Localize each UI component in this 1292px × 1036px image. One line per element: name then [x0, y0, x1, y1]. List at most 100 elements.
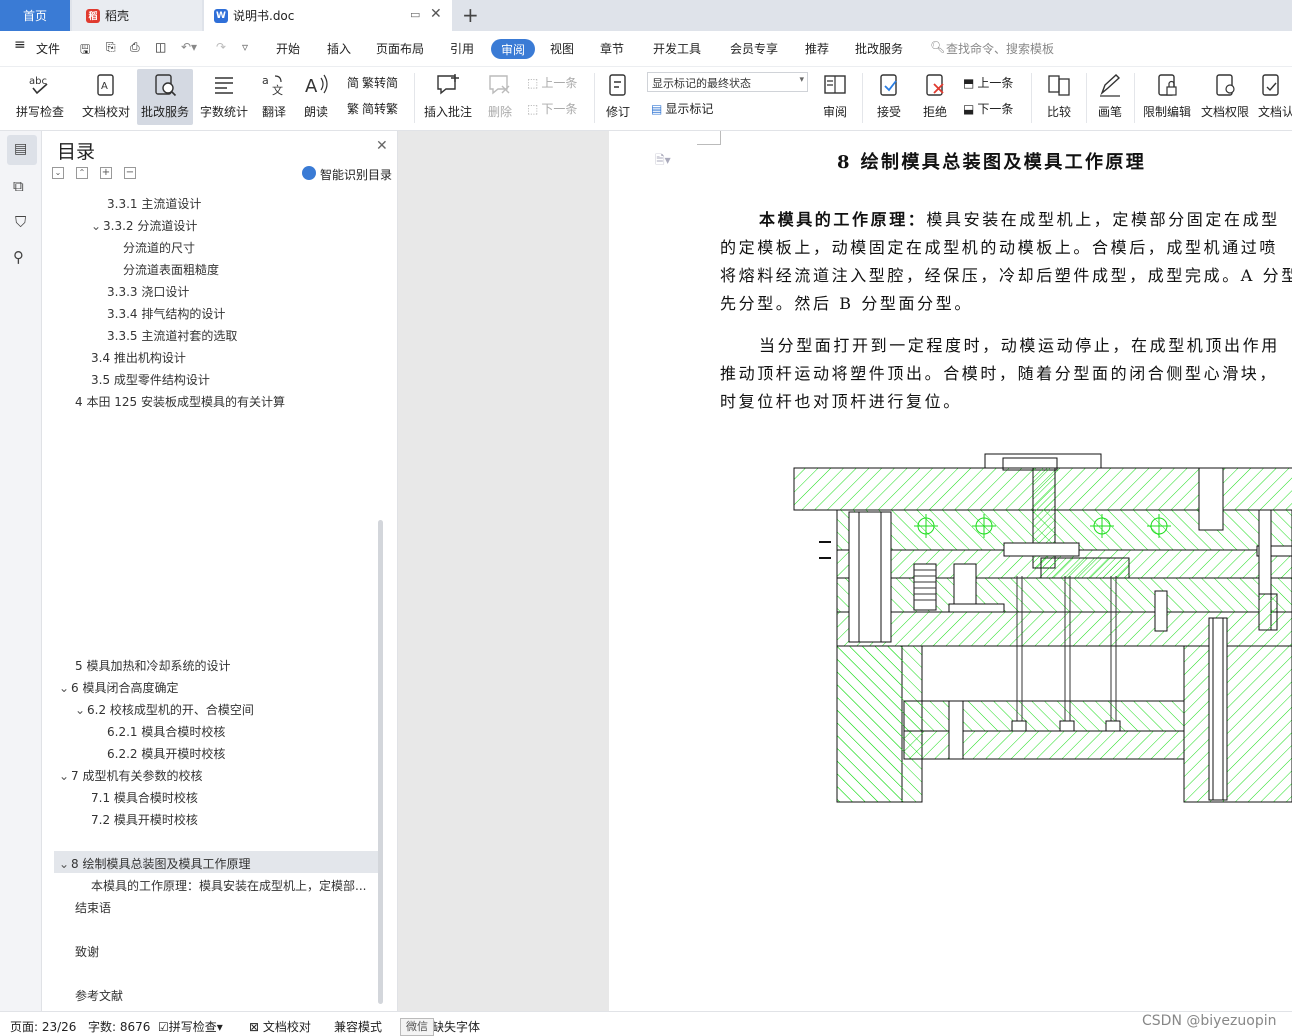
- translate-button[interactable]: a文 翻译: [256, 69, 292, 125]
- undo-icon[interactable]: ↶▾: [181, 40, 197, 54]
- chevron-down-icon[interactable]: ⌄: [59, 681, 71, 695]
- simp-to-trad-button[interactable]: 繁简转繁: [347, 100, 398, 117]
- word-count-button[interactable]: 字数统计: [198, 69, 250, 125]
- next-change-button[interactable]: ⬓ 下一条: [963, 100, 1013, 117]
- prev-comment-button[interactable]: ⬚ 上一条: [527, 74, 577, 91]
- pen-button[interactable]: 画笔: [1094, 69, 1126, 125]
- doc-proof-button[interactable]: A 文档校对: [80, 69, 132, 125]
- close-icon[interactable]: ✕: [376, 138, 388, 154]
- command-search-input[interactable]: 查找命令、搜索模板: [946, 40, 1054, 57]
- menu-review[interactable]: 审阅: [491, 39, 535, 59]
- toc-item[interactable]: 结束语: [75, 899, 111, 916]
- markup-state-select[interactable]: 显示标记的最终状态 ▾: [647, 72, 808, 92]
- toc-item[interactable]: 3.3.5 主流道衬套的选取: [107, 327, 237, 344]
- trad-to-simp-button[interactable]: 简繁转简: [347, 74, 398, 91]
- toc-item[interactable]: 参考文献: [75, 987, 123, 1004]
- doc-permission-button[interactable]: 文档权限: [1200, 69, 1250, 125]
- smart-toc-button[interactable]: 智能识别目录: [320, 166, 392, 183]
- correction-service-button[interactable]: 批改服务: [137, 69, 193, 125]
- toc-item[interactable]: 6.2.1 模具合模时校核: [107, 723, 225, 740]
- toc-item[interactable]: 致谢: [75, 943, 99, 960]
- menu-insert[interactable]: 插入: [327, 40, 351, 57]
- next-comment-button[interactable]: ⬚ 下一条: [527, 100, 577, 117]
- toc-item[interactable]: 7.1 模具合模时校核: [91, 789, 198, 806]
- expand-up-icon[interactable]: ⌃: [76, 167, 88, 179]
- toc-item[interactable]: 3.3.1 主流道设计: [107, 195, 201, 212]
- document-page[interactable]: 🗎▾ 8 绘制模具总装图及模具工作原理 本模具的工作原理：模具安装在成型机上，定…: [609, 131, 1292, 1011]
- menu-devtools[interactable]: 开发工具: [653, 40, 701, 57]
- toc-item[interactable]: 3.3.3 浇口设计: [107, 283, 189, 300]
- accept-button[interactable]: 接受: [870, 69, 908, 125]
- missing-font-button[interactable]: 缺失字体: [432, 1018, 480, 1035]
- delete-comment-button[interactable]: 删除: [480, 69, 520, 125]
- insert-comment-button[interactable]: 插入批注: [421, 69, 475, 125]
- toc-item[interactable]: ⌄ 3.3.2 分流道设计: [91, 217, 197, 234]
- doc-auth-button[interactable]: 文档认: [1258, 69, 1292, 125]
- prev-change-button[interactable]: ⬒ 上一条: [963, 74, 1013, 91]
- customize-chevron-icon[interactable]: ▿: [242, 40, 248, 54]
- tab-daoke[interactable]: 稻 稻壳: [72, 0, 202, 31]
- export-pdf-icon[interactable]: ⎘: [106, 40, 116, 55]
- print-icon[interactable]: ⎙: [130, 40, 140, 55]
- toc-item[interactable]: 3.4 推出机构设计: [91, 349, 186, 366]
- toc-item[interactable]: ⌄ 7 成型机有关参数的校核: [59, 767, 202, 784]
- bookmark-icon[interactable]: ⛉: [15, 213, 26, 231]
- new-tab-icon[interactable]: +: [462, 3, 479, 27]
- chevron-down-icon[interactable]: ⌄: [91, 219, 103, 233]
- menu-chapter[interactable]: 章节: [600, 40, 624, 57]
- remove-heading-icon[interactable]: −: [124, 167, 136, 179]
- menu-start[interactable]: 开始: [276, 40, 300, 57]
- toc-item[interactable]: 6.2.2 模具开模时校核: [107, 745, 225, 762]
- tab-document[interactable]: W 说明书.doc ▭ ✕: [204, 0, 452, 31]
- toc-scrollbar[interactable]: [378, 520, 383, 1004]
- toc-item[interactable]: ⌄ 6 模具闭合高度确定: [59, 679, 178, 696]
- menu-reference[interactable]: 引用: [450, 40, 474, 57]
- hamburger-icon[interactable]: ≡: [14, 37, 26, 53]
- toc-item[interactable]: 本模具的工作原理：模具安装在成型机上，定模部...: [91, 877, 366, 894]
- close-tab-icon[interactable]: ✕: [430, 6, 442, 22]
- doc-outline-icon[interactable]: 🗎▾: [655, 151, 671, 172]
- toc-item[interactable]: ⌄ 6.2 校核成型机的开、合模空间: [75, 701, 254, 718]
- toc-item[interactable]: 分流道的尺寸: [123, 239, 195, 256]
- find-icon[interactable]: ⚲: [13, 248, 24, 266]
- next-change-icon: ⬓: [963, 101, 975, 116]
- read-aloud-button[interactable]: A 朗读: [300, 69, 332, 125]
- review-pane-label: 审阅: [822, 105, 847, 119]
- spell-check-button[interactable]: abc 拼写检查: [10, 69, 70, 125]
- show-markup-button[interactable]: ▤ 显示标记: [651, 100, 713, 117]
- toc-item[interactable]: 7.2 模具开模时校核: [91, 811, 198, 828]
- menu-member[interactable]: 会员专享: [730, 40, 778, 57]
- menu-recommend[interactable]: 推荐: [805, 40, 829, 57]
- revise-button[interactable]: 修订: [600, 69, 636, 125]
- menu-correction[interactable]: 批改服务: [855, 40, 903, 57]
- review-pane-button[interactable]: 审阅: [816, 69, 854, 125]
- redo-icon[interactable]: ↷: [216, 40, 226, 54]
- chevron-down-icon[interactable]: ⌄: [59, 857, 71, 871]
- chapter-nav-icon[interactable]: ⧉: [13, 177, 24, 195]
- print-preview-icon[interactable]: ◫: [155, 40, 166, 54]
- toc-item[interactable]: 3.3.4 排气结构的设计: [107, 305, 225, 322]
- menu-file[interactable]: 文件: [36, 40, 60, 57]
- float-window-icon[interactable]: ▭: [410, 8, 420, 21]
- toc-item-active[interactable]: ⌄ 8 绘制模具总装图及模具工作原理: [59, 855, 250, 872]
- toc-item[interactable]: 4 本田 125 安装板成型模具的有关计算: [75, 393, 285, 410]
- chevron-down-icon[interactable]: ⌄: [75, 703, 87, 717]
- collapse-all-icon[interactable]: ⌄: [52, 167, 64, 179]
- page-indicator[interactable]: 页面: 23/26: [10, 1018, 76, 1035]
- reject-button[interactable]: 拒绝: [916, 69, 954, 125]
- status-spell-check[interactable]: ☑拼写检查▾: [158, 1018, 223, 1035]
- save-icon[interactable]: 🖫: [80, 40, 90, 61]
- word-count-indicator[interactable]: 字数: 8676: [88, 1018, 150, 1035]
- menu-view[interactable]: 视图: [550, 40, 574, 57]
- chevron-down-icon[interactable]: ⌄: [59, 769, 71, 783]
- tab-home[interactable]: 首页: [0, 0, 70, 31]
- status-proof[interactable]: ⊠ 文档校对: [249, 1018, 311, 1035]
- menu-layout[interactable]: 页面布局: [376, 40, 424, 57]
- toc-item[interactable]: 5 模具加热和冷却系统的设计: [75, 657, 230, 674]
- delete-comment-icon: [489, 75, 510, 95]
- toc-item[interactable]: 分流道表面粗糙度: [123, 261, 219, 278]
- restrict-edit-button[interactable]: 限制编辑: [1142, 69, 1192, 125]
- toc-item[interactable]: 3.5 成型零件结构设计: [91, 371, 210, 388]
- add-heading-icon[interactable]: +: [100, 167, 112, 179]
- compare-button[interactable]: 比较: [1040, 69, 1078, 125]
